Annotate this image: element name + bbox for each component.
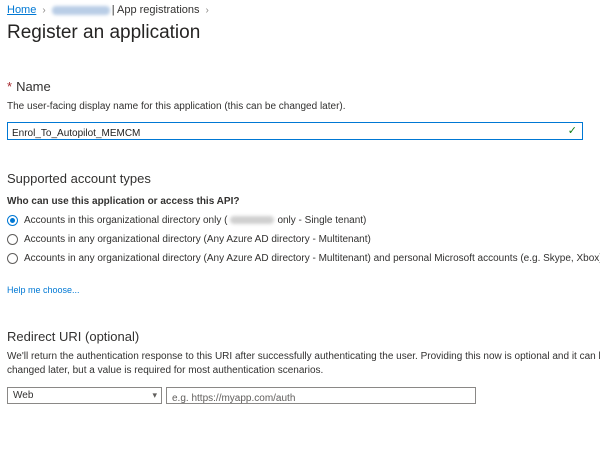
name-heading-label: Name bbox=[16, 79, 51, 94]
redirect-uri-input[interactable] bbox=[167, 391, 472, 406]
radio-single-tenant[interactable]: Accounts in this organizational director… bbox=[7, 215, 366, 226]
help-me-choose-link[interactable]: Help me choose... bbox=[7, 285, 80, 295]
platform-dropdown[interactable]: Web ▾ bbox=[7, 387, 162, 404]
chevron-right-icon: › bbox=[42, 4, 46, 16]
radio-button-selected[interactable] bbox=[7, 215, 18, 226]
redirect-uri-field bbox=[166, 387, 476, 406]
required-marker: * bbox=[7, 79, 13, 94]
radio-label-part: only - Single tenant) bbox=[277, 215, 367, 226]
radio-label: Accounts in this organizational director… bbox=[24, 215, 366, 226]
blurred-tenant-name bbox=[51, 5, 110, 15]
chevron-down-icon: ▾ bbox=[152, 390, 157, 400]
breadcrumb-home-link[interactable]: Home bbox=[7, 4, 36, 16]
radio-multitenant[interactable]: Accounts in any organizational directory… bbox=[7, 234, 371, 245]
radio-label-part: Accounts in this organizational director… bbox=[24, 215, 228, 226]
app-name-input[interactable] bbox=[8, 125, 552, 142]
redirect-uri-heading: Redirect URI (optional) bbox=[7, 329, 140, 344]
breadcrumb: Home › | App registrations › bbox=[7, 4, 215, 16]
radio-label: Accounts in any organizational directory… bbox=[24, 253, 600, 264]
radio-button[interactable] bbox=[7, 234, 18, 245]
chevron-right-icon: › bbox=[205, 4, 209, 16]
account-types-heading: Supported account types bbox=[7, 171, 151, 186]
breadcrumb-app-registrations[interactable]: | App registrations bbox=[112, 4, 200, 16]
redirect-description-line1: We'll return the authentication response… bbox=[7, 351, 600, 362]
name-textbox: ✓ bbox=[7, 122, 583, 142]
platform-selected-value: Web bbox=[13, 390, 34, 401]
radio-multitenant-personal[interactable]: Accounts in any organizational directory… bbox=[7, 253, 600, 264]
name-description: The user-facing display name for this ap… bbox=[7, 101, 346, 112]
name-heading: * Name bbox=[7, 79, 51, 94]
checkmark-icon: ✓ bbox=[567, 125, 577, 137]
radio-button[interactable] bbox=[7, 253, 18, 264]
radio-label: Accounts in any organizational directory… bbox=[24, 234, 371, 245]
account-types-question: Who can use this application or access t… bbox=[7, 196, 240, 207]
redirect-description-line2: changed later, but a value is required f… bbox=[7, 365, 324, 376]
page-title: Register an application bbox=[7, 22, 201, 43]
blurred-tenant-name bbox=[230, 216, 275, 225]
